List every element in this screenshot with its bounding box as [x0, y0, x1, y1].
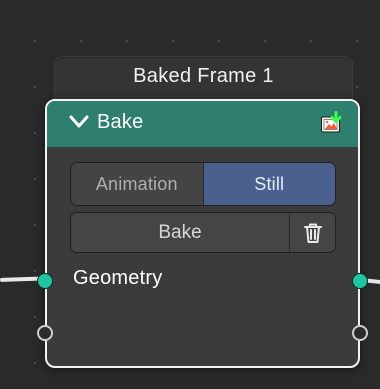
- bake-status-icon: [321, 111, 342, 133]
- geometry-output-socket[interactable]: [352, 273, 368, 289]
- chevron-down-icon[interactable]: [69, 115, 89, 129]
- mode-animation-button[interactable]: Animation: [71, 163, 204, 205]
- bake-node[interactable]: Bake Animation Still Bake Geometry: [37, 99, 368, 368]
- geometry-socket-label: Geometry: [73, 267, 163, 289]
- extra-input-socket[interactable]: [37, 325, 53, 341]
- bake-button[interactable]: Bake: [71, 213, 290, 252]
- mode-still-button[interactable]: Still: [203, 163, 335, 205]
- delete-bake-button[interactable]: [290, 213, 335, 252]
- bake-action-row: Bake: [70, 212, 336, 253]
- node-header[interactable]: Bake: [47, 101, 358, 147]
- geometry-input-socket[interactable]: [37, 273, 53, 289]
- trash-icon: [303, 223, 322, 243]
- frame-label: Baked Frame 1: [133, 65, 274, 87]
- node-title: Bake: [97, 111, 144, 133]
- extra-output-socket[interactable]: [352, 325, 368, 341]
- bake-mode-segmented-control[interactable]: Animation Still: [70, 162, 336, 206]
